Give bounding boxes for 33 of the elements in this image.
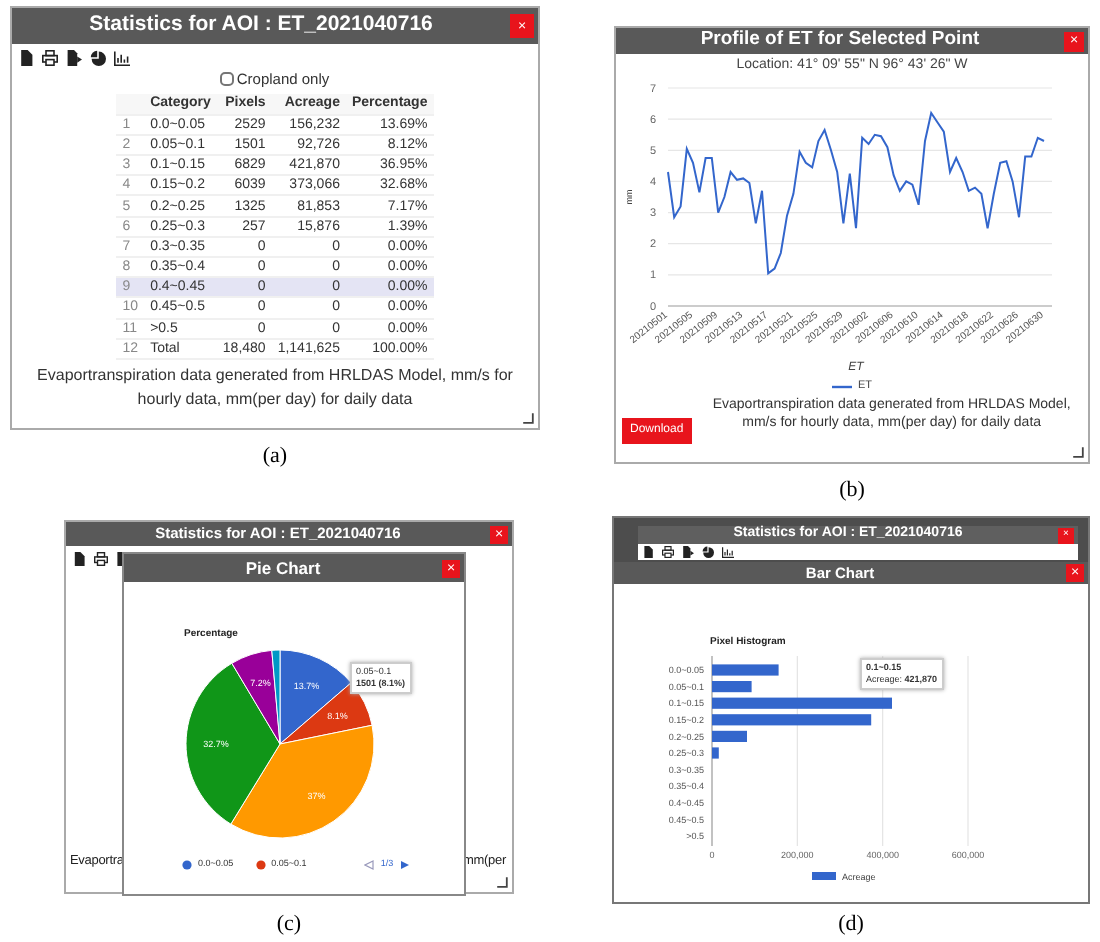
- legend-line: [831, 384, 852, 390]
- bar-chart-icon[interactable]: [114, 50, 130, 66]
- resize-handle-icon[interactable]: [496, 876, 508, 888]
- figure-caption: (b): [837, 476, 867, 506]
- resize-handle-icon[interactable]: [1072, 446, 1084, 458]
- footnote: Evaportranspiration data generated from HRLDAS Model, mm/s for hourly data, mm(per day) for daily data: [35, 364, 515, 412]
- bar: [712, 730, 747, 742]
- legend-dot: [255, 859, 266, 869]
- file-icon[interactable]: [72, 552, 86, 566]
- window-title: Profile of ET for Selected Point: [698, 26, 982, 55]
- legend-swatch: [812, 872, 836, 880]
- legend-dot: [182, 859, 192, 869]
- next-page-icon[interactable]: [399, 859, 410, 869]
- printer-icon[interactable]: [94, 552, 108, 566]
- file-arrow-icon[interactable]: [682, 546, 694, 558]
- pie-chart-icon[interactable]: [702, 546, 714, 558]
- figure-caption: (d): [836, 910, 866, 940]
- window-title: Pie Chart: [243, 555, 323, 581]
- bar: [712, 681, 752, 693]
- pie-chart-icon[interactable]: [90, 50, 106, 66]
- resize-handle-icon[interactable]: [522, 412, 534, 424]
- window-title: Statistics for AOI : ET_2021040716: [87, 10, 435, 41]
- file-icon[interactable]: [18, 50, 34, 66]
- checkbox[interactable]: [220, 72, 235, 86]
- bar: [712, 747, 719, 759]
- printer-icon[interactable]: [662, 546, 674, 558]
- bar: [712, 664, 779, 676]
- previous-page-icon[interactable]: [364, 859, 375, 869]
- printer-icon[interactable]: [42, 50, 58, 66]
- figure-caption: (c): [274, 910, 304, 940]
- figure-caption: (a): [260, 442, 290, 472]
- file-arrow-icon[interactable]: [66, 50, 82, 66]
- bar-chart-icon[interactable]: [722, 546, 734, 558]
